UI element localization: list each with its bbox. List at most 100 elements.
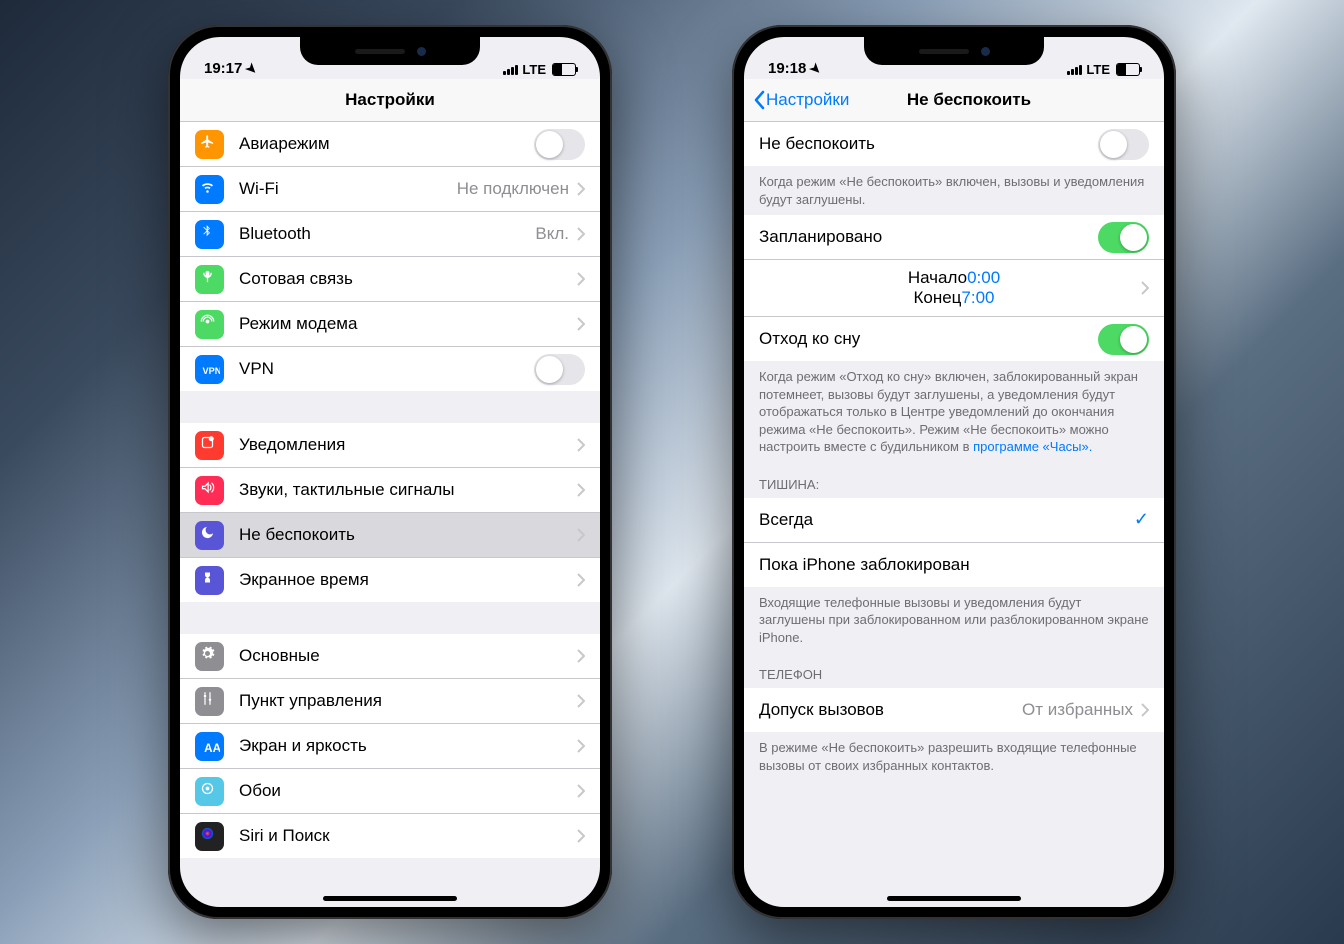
dnd-icon [195,521,224,550]
row-label: Отход ко сну [759,329,1098,349]
sounds-icon [195,476,224,505]
screen-left: 19:17➤ LTE Настройки Авиарежим Wi-FiНе по… [180,37,600,907]
start-label: Начало [908,268,967,288]
row-allow-calls[interactable]: Допуск вызовов От избранных [744,688,1164,732]
clock-app-link[interactable]: программе «Часы». [973,439,1092,454]
row-label: Siri и Поиск [239,826,577,846]
settings-row-notify[interactable]: Уведомления [180,423,600,468]
row-label: Основные [239,646,577,666]
row-label: VPN [239,359,534,379]
settings-row-airplane[interactable]: Авиарежим [180,122,600,167]
home-indicator[interactable] [323,896,457,901]
row-schedule-times[interactable]: Начало0:00 Конец7:00 [744,260,1164,317]
network-label: LTE [1086,62,1110,77]
settings-row-siri[interactable]: Siri и Поиск [180,814,600,858]
row-label: Запланировано [759,227,1098,247]
settings-row-wifi[interactable]: Wi-FiНе подключен [180,167,600,212]
bluetooth-icon [195,220,224,249]
start-value: 0:00 [967,268,1000,288]
row-label: Допуск вызовов [759,700,1022,720]
toggle-airplane[interactable] [534,129,585,160]
row-label: Уведомления [239,435,577,455]
row-label: Всегда [759,510,1134,530]
battery-icon [552,63,576,76]
row-value: Не подключен [457,179,569,199]
row-label: Сотовая связь [239,269,577,289]
status-time: 19:17 [204,60,242,77]
toggle-vpn[interactable] [534,354,585,385]
row-label: Экран и яркость [239,736,577,756]
header-phone: Телефон [744,653,1164,688]
row-value: Вкл. [535,224,569,244]
footer-bedtime: Когда режим «Отход ко сну» включен, забл… [744,361,1164,463]
signal-icon [1067,65,1082,75]
settings-row-display[interactable]: AA Экран и яркость [180,724,600,769]
footer-dnd: Когда режим «Не беспокоить» включен, выз… [744,166,1164,215]
settings-row-bluetooth[interactable]: BluetoothВкл. [180,212,600,257]
row-label: Режим модема [239,314,577,334]
page-title: Настройки [345,90,435,110]
row-label: Авиарежим [239,134,534,154]
header-silence: Тишина: [744,463,1164,498]
settings-row-sounds[interactable]: Звуки, тактильные сигналы [180,468,600,513]
row-label: Пункт управления [239,691,577,711]
screen-right: 19:18➤ LTE Настройки Не беспокоить Не бе… [744,37,1164,907]
end-label: Конец [913,288,961,308]
back-label: Настройки [766,90,849,110]
row-silence-always[interactable]: Всегда ✓ [744,498,1164,543]
phone-right: 19:18➤ LTE Настройки Не беспокоить Не бе… [732,25,1176,919]
row-label: Bluetooth [239,224,535,244]
back-button[interactable]: Настройки [752,90,849,110]
row-label: Обои [239,781,577,801]
siri-icon [195,822,224,851]
settings-row-hotspot[interactable]: Режим модема [180,302,600,347]
control-icon [195,687,224,716]
row-label: Экранное время [239,570,577,590]
notch [300,37,480,65]
settings-row-cellular[interactable]: Сотовая связь [180,257,600,302]
cellular-icon [195,265,224,294]
location-icon: ➤ [242,59,261,78]
notify-icon [195,431,224,460]
footer-allow: В режиме «Не беспокоить» разрешить входя… [744,732,1164,781]
settings-list[interactable]: АвиарежимWi-FiНе подключенBluetoothВкл.С… [180,122,600,907]
general-icon [195,642,224,671]
checkmark-icon: ✓ [1134,509,1149,530]
navbar: Настройки Не беспокоить [744,79,1164,122]
battery-icon [1116,63,1140,76]
toggle-bedtime[interactable] [1098,324,1149,355]
end-value: 7:00 [961,288,994,308]
settings-row-general[interactable]: Основные [180,634,600,679]
page-title: Не беспокоить [907,90,1031,110]
settings-row-control[interactable]: Пункт управления [180,679,600,724]
network-label: LTE [522,62,546,77]
notch [864,37,1044,65]
screentime-icon [195,566,224,595]
wallpaper-icon [195,777,224,806]
signal-icon [503,65,518,75]
display-icon: AA [195,732,224,761]
row-label: Не беспокоить [239,525,577,545]
footer-silence: Входящие телефонные вызовы и уведомления… [744,587,1164,654]
row-label: Звуки, тактильные сигналы [239,480,577,500]
home-indicator[interactable] [887,896,1021,901]
row-dnd-toggle[interactable]: Не беспокоить [744,122,1164,166]
settings-row-wallpaper[interactable]: Обои [180,769,600,814]
settings-row-vpn[interactable]: VPN VPN [180,347,600,391]
wifi-icon [195,175,224,204]
settings-row-screentime[interactable]: Экранное время [180,558,600,602]
svg-text:AA: AA [204,742,220,755]
navbar: Настройки [180,79,600,122]
toggle-dnd[interactable] [1098,129,1149,160]
location-icon: ➤ [806,59,825,78]
row-scheduled[interactable]: Запланировано [744,215,1164,260]
row-silence-locked[interactable]: Пока iPhone заблокирован [744,543,1164,587]
svg-text:VPN: VPN [202,366,220,376]
settings-row-dnd[interactable]: Не беспокоить [180,513,600,558]
row-label: Пока iPhone заблокирован [759,555,1149,575]
dnd-content[interactable]: Не беспокоить Когда режим «Не беспокоить… [744,122,1164,907]
row-value: От избранных [1022,700,1133,720]
toggle-scheduled[interactable] [1098,222,1149,253]
row-label: Не беспокоить [759,134,1098,154]
row-bedtime[interactable]: Отход ко сну [744,317,1164,361]
